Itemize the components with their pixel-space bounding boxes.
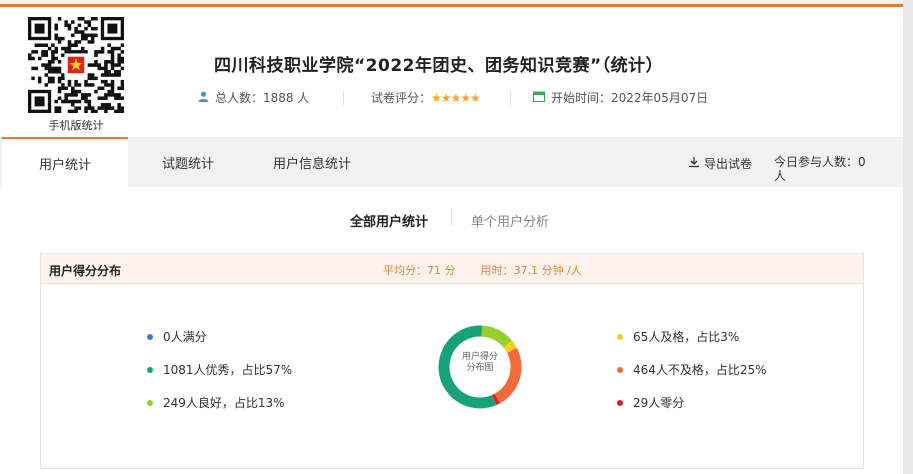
legend-zero: 29人零分 bbox=[617, 394, 684, 411]
divider bbox=[510, 91, 511, 105]
panel-title: 用户得分分布 bbox=[49, 264, 122, 278]
total-people: 总人数： 1888 人 bbox=[198, 89, 309, 106]
total-people-value: 1888 人 bbox=[263, 91, 310, 105]
export-button[interactable]: 导出试卷 bbox=[688, 155, 752, 172]
legend-excellent: 1081人优秀，占比57% bbox=[147, 361, 292, 378]
legend-fail: 464人不及格，占比25% bbox=[617, 361, 767, 378]
qr-caption: 手机版统计 bbox=[48, 119, 104, 132]
legend-dot bbox=[617, 399, 623, 406]
legend-dot bbox=[147, 399, 153, 406]
donut-slice-零分[interactable] bbox=[491, 393, 500, 406]
subtab-divider bbox=[451, 209, 452, 225]
qr-code-image bbox=[28, 17, 125, 114]
main-content: 全部用户统计 单个用户分析 用户得分分布 平均分：71 分 用时：37.1 分钟… bbox=[0, 187, 903, 474]
avg-score: 平均分：71 分 bbox=[383, 264, 456, 277]
tab-user-info-stats[interactable]: 用户信息统计 bbox=[254, 137, 370, 187]
download-icon bbox=[688, 156, 700, 171]
donut-center-label: 用户得分 分布图 bbox=[461, 352, 498, 373]
legend-dot bbox=[147, 366, 153, 373]
qr-code[interactable] bbox=[28, 17, 125, 114]
scrollbar-track[interactable] bbox=[903, 0, 913, 474]
legend-dot bbox=[617, 366, 623, 373]
subtab-all-users[interactable]: 全部用户统计 bbox=[350, 211, 428, 230]
panel-stats: 平均分：71 分 用时：37.1 分钟 /人 bbox=[383, 262, 582, 278]
today-participants: 今日参与人数：0 人 bbox=[774, 155, 866, 183]
tab-bar: 用户统计 试题统计 用户信息统计 导出试卷 今日参与人数：0 人 bbox=[0, 137, 903, 187]
start-time: 开始时间： 2022年05月07日 bbox=[533, 89, 708, 106]
subtab-single-user[interactable]: 单个用户分析 bbox=[471, 211, 549, 230]
tab-question-stats[interactable]: 试题统计 bbox=[140, 137, 236, 187]
legend-good: 249人良好，占比13% bbox=[147, 394, 285, 411]
user-icon bbox=[198, 91, 209, 105]
page-title: 四川科技职业学院“2022年团史、团务知识竞赛”（统计） bbox=[214, 56, 664, 76]
header: 手机版统计 四川科技职业学院“2022年团史、团务知识竞赛”（统计） 总人数： … bbox=[0, 7, 903, 137]
rating-stars: ★★★★★ bbox=[431, 90, 481, 105]
legend-full-score: 0人满分 bbox=[147, 328, 207, 345]
score-donut-chart[interactable]: 用户得分 分布图 bbox=[437, 324, 523, 410]
tab-user-stats[interactable]: 用户统计 bbox=[2, 137, 128, 187]
legend-pass: 65人及格，占比3% bbox=[617, 328, 739, 345]
donut-slice-及格[interactable] bbox=[503, 340, 517, 354]
score-distribution-panel: 用户得分分布 平均分：71 分 用时：37.1 分钟 /人 0人满分 1081人… bbox=[40, 253, 864, 469]
calendar-icon bbox=[533, 91, 545, 105]
donut-slice-良好[interactable] bbox=[481, 325, 512, 348]
panel-header: 用户得分分布 平均分：71 分 用时：37.1 分钟 /人 bbox=[41, 254, 863, 284]
rating: 试卷评分： ★★★★★ bbox=[371, 90, 481, 106]
avg-time: 用时：37.1 分钟 /人 bbox=[480, 264, 582, 277]
start-time-value: 2022年05月07日 bbox=[611, 91, 709, 105]
legend-dot bbox=[147, 333, 153, 340]
divider bbox=[343, 91, 344, 105]
legend-dot bbox=[617, 333, 623, 340]
